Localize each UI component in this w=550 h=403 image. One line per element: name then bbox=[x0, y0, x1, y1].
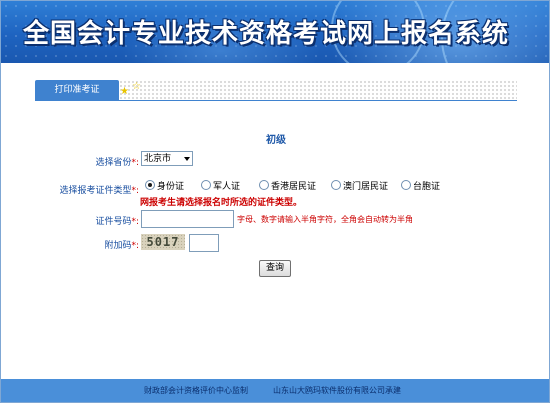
level-heading: 初级 bbox=[266, 135, 286, 146]
tab-print-admission[interactable]: 打印准考证 bbox=[35, 80, 119, 100]
id-type-warning: 网报考生请选择报名时所选的证件类型。 bbox=[140, 198, 303, 208]
captcha-label: 附加码*: bbox=[104, 241, 139, 251]
radio-button-checked[interactable] bbox=[145, 180, 155, 190]
radio-button[interactable] bbox=[331, 180, 341, 190]
radio-button[interactable] bbox=[259, 180, 269, 190]
id-number-input[interactable] bbox=[141, 210, 234, 228]
radio-button[interactable] bbox=[201, 180, 211, 190]
captcha-input[interactable] bbox=[189, 234, 219, 252]
province-select[interactable]: 北京市 bbox=[141, 151, 193, 166]
radio-hongkong-id[interactable]: 香港居民证 bbox=[259, 179, 316, 192]
system-title: 全国会计专业技术资格考试网上报名系统 bbox=[23, 19, 510, 49]
id-type-label: 选择报考证件类型*: bbox=[59, 186, 139, 196]
radio-button[interactable] bbox=[401, 180, 411, 190]
radio-taiwan-id[interactable]: 台胞证 bbox=[401, 179, 440, 192]
star-icon: ★ bbox=[120, 86, 129, 97]
radio-id-card[interactable]: 身份证 bbox=[145, 179, 184, 192]
captcha-image[interactable]: 5017 bbox=[141, 234, 185, 250]
radio-macau-id[interactable]: 澳门居民证 bbox=[331, 179, 388, 192]
footer-supervisor: 财政部会计资格评价中心监制 bbox=[144, 386, 248, 395]
tab-underline bbox=[35, 100, 517, 101]
radio-military-id[interactable]: 军人证 bbox=[201, 179, 240, 192]
footer-developer: 山东山大鸥玛软件股份有限公司承建 bbox=[273, 386, 401, 395]
province-label: 选择省份*: bbox=[95, 158, 139, 168]
province-select-value: 北京市 bbox=[144, 154, 172, 164]
chevron-down-icon bbox=[184, 157, 190, 161]
star-icon: ☆ bbox=[132, 81, 141, 92]
query-button[interactable]: 查询 bbox=[259, 260, 291, 277]
page-frame: 全国会计专业技术资格考试网上报名系统 打印准考证 ★ ☆ 初级 选择省份*: 北… bbox=[0, 0, 550, 403]
id-number-hint: 字母、数字请输入半角字符，全角会自动转为半角 bbox=[237, 215, 413, 224]
header-banner: 全国会计专业技术资格考试网上报名系统 bbox=[1, 1, 549, 63]
id-number-label: 证件号码*: bbox=[95, 217, 139, 227]
